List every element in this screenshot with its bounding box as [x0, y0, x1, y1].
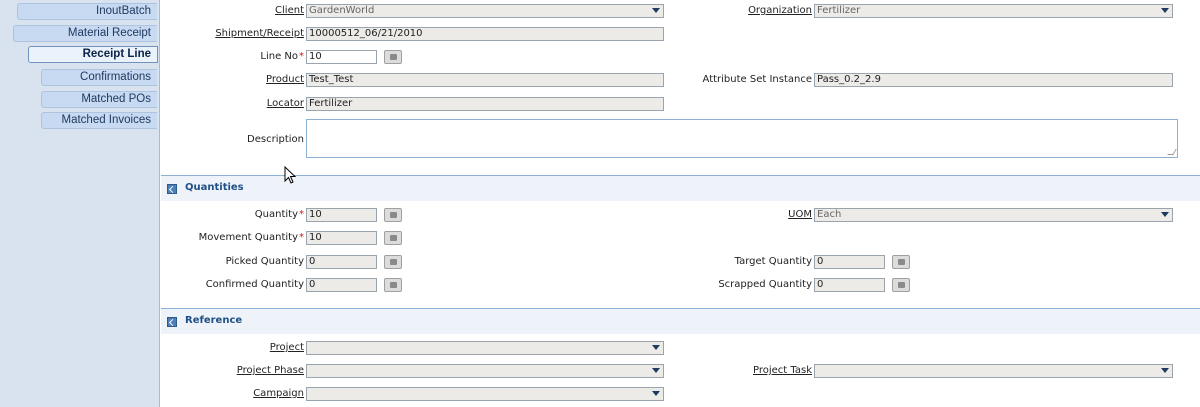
- quantities-section-header[interactable]: Quantities: [161, 175, 1200, 201]
- collapse-icon[interactable]: [167, 317, 177, 327]
- quantity-field[interactable]: 10: [306, 208, 377, 222]
- organization-label[interactable]: Organization: [681, 4, 812, 18]
- calculator-icon: [390, 212, 397, 218]
- description-textarea[interactable]: [306, 119, 1178, 158]
- project-task-label[interactable]: Project Task: [701, 364, 812, 378]
- shipment-field[interactable]: 10000512_06/21/2010: [306, 27, 664, 41]
- tab-confirmations[interactable]: Confirmations: [41, 69, 157, 86]
- calculator-icon: [898, 282, 905, 288]
- product-field[interactable]: Test_Test: [306, 73, 664, 87]
- required-marker: *: [299, 51, 304, 62]
- project-label[interactable]: Project: [201, 341, 304, 355]
- quantity-label-text: Quantity: [254, 209, 298, 220]
- project-phase-label[interactable]: Project Phase: [201, 364, 304, 378]
- description-label: Description: [247, 134, 304, 145]
- scrapped-quantity-label: Scrapped Quantity: [718, 279, 812, 290]
- client-select[interactable]: GardenWorld: [306, 4, 664, 18]
- chevron-down-icon: [1161, 212, 1169, 217]
- product-label[interactable]: Product: [201, 73, 304, 87]
- shipment-label[interactable]: Shipment/Receipt: [181, 27, 304, 41]
- quantity-label: Quantity*: [201, 208, 304, 222]
- chevron-down-icon: [1161, 368, 1169, 373]
- quantities-section-title: Quantities: [185, 182, 244, 193]
- organization-select[interactable]: Fertilizer: [814, 4, 1173, 18]
- line-no-label-text: Line No: [260, 51, 298, 62]
- project-phase-select[interactable]: [306, 364, 664, 378]
- calculator-button[interactable]: [892, 278, 910, 292]
- calculator-button[interactable]: [892, 255, 910, 269]
- chevron-down-icon: [652, 368, 660, 373]
- line-no-field[interactable]: 10: [306, 50, 377, 64]
- calculator-icon: [390, 282, 397, 288]
- calculator-button[interactable]: [384, 231, 402, 245]
- chevron-down-icon: [652, 8, 660, 13]
- campaign-label[interactable]: Campaign: [201, 387, 304, 401]
- movement-quantity-label-text: Movement Quantity: [198, 232, 298, 243]
- tab-sidebar: InoutBatch Material Receipt Receipt Line…: [0, 0, 160, 407]
- line-no-label: Line No*: [201, 50, 304, 64]
- client-value: GardenWorld: [309, 5, 375, 16]
- calculator-button[interactable]: [384, 255, 402, 269]
- resize-grip-icon[interactable]: [1167, 149, 1177, 155]
- mouse-cursor-icon: [284, 166, 297, 184]
- record-form: Client GardenWorld Organization Fertiliz…: [161, 0, 1200, 407]
- calculator-icon: [390, 235, 397, 241]
- project-select[interactable]: [306, 341, 664, 355]
- uom-select[interactable]: Each: [814, 208, 1173, 222]
- tab-matched-pos[interactable]: Matched POs: [41, 91, 157, 108]
- calculator-icon: [390, 259, 397, 265]
- calculator-button[interactable]: [384, 208, 402, 222]
- movement-quantity-field[interactable]: 10: [306, 231, 377, 245]
- reference-section-title: Reference: [185, 315, 243, 326]
- picked-quantity-label: Picked Quantity: [225, 256, 304, 267]
- tab-inoutbatch[interactable]: InoutBatch: [17, 3, 157, 20]
- confirmed-quantity-field[interactable]: 0: [306, 278, 377, 292]
- locator-field[interactable]: Fertilizer: [306, 97, 664, 111]
- uom-label[interactable]: UOM: [721, 208, 812, 222]
- attribute-set-label: Attribute Set Instance: [702, 74, 812, 85]
- reference-section-header[interactable]: Reference: [161, 308, 1200, 334]
- locator-label[interactable]: Locator: [201, 97, 304, 111]
- chevron-down-icon: [1161, 8, 1169, 13]
- tab-receipt-line[interactable]: Receipt Line: [28, 46, 158, 63]
- target-quantity-label: Target Quantity: [734, 256, 812, 267]
- confirmed-quantity-label: Confirmed Quantity: [205, 279, 304, 290]
- chevron-down-icon: [652, 345, 660, 350]
- target-quantity-field[interactable]: 0: [814, 255, 885, 269]
- tab-material-receipt[interactable]: Material Receipt: [13, 25, 157, 42]
- attribute-set-field[interactable]: Pass_0.2_2.9: [814, 73, 1173, 87]
- chevron-down-icon: [652, 391, 660, 396]
- scrapped-quantity-field[interactable]: 0: [814, 278, 885, 292]
- required-marker: *: [299, 232, 304, 243]
- required-marker: *: [299, 209, 304, 220]
- client-label[interactable]: Client: [201, 4, 304, 18]
- organization-value: Fertilizer: [817, 5, 861, 16]
- calculator-icon: [898, 259, 905, 265]
- uom-value: Each: [817, 209, 842, 220]
- calculator-icon: [390, 54, 397, 60]
- movement-quantity-label: Movement Quantity*: [181, 231, 304, 245]
- collapse-icon[interactable]: [167, 184, 177, 194]
- project-task-select[interactable]: [814, 364, 1173, 378]
- calculator-button[interactable]: [384, 50, 402, 64]
- calculator-button[interactable]: [384, 278, 402, 292]
- campaign-select[interactable]: [306, 387, 664, 401]
- tab-matched-invoices[interactable]: Matched Invoices: [41, 112, 157, 129]
- picked-quantity-field[interactable]: 0: [306, 255, 377, 269]
